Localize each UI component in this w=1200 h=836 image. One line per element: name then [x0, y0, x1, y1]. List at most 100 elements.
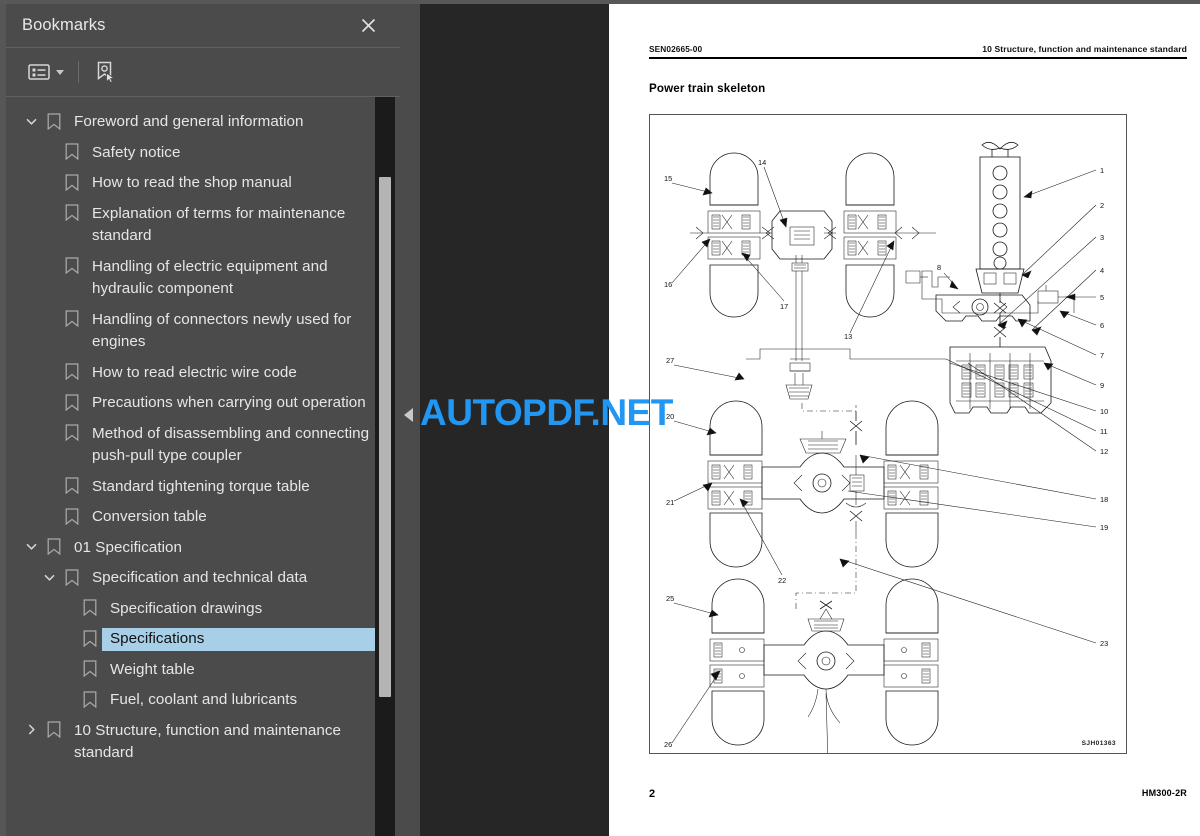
chevron-down-icon[interactable]	[20, 111, 42, 131]
bookmark-item[interactable]: 10 Structure, function and maintenance s…	[6, 716, 381, 769]
bookmarks-panel: Bookmarks Foreword and general informati…	[0, 4, 400, 836]
svg-text:14: 14	[758, 158, 766, 167]
svg-text:3: 3	[1100, 233, 1104, 242]
pdf-page: SEN02665-00 10 Structure, function and m…	[609, 4, 1200, 836]
bookmark-item-label: Conversion table	[92, 508, 207, 525]
bookmark-icon	[60, 362, 84, 382]
chevron-down-icon[interactable]	[20, 537, 42, 557]
bookmark-item-label: Safety notice	[92, 143, 181, 161]
bookmark-item-label: Explanation of terms for maintenance sta…	[92, 204, 346, 245]
svg-text:5: 5	[1100, 293, 1104, 302]
svg-text:1: 1	[1100, 166, 1104, 175]
svg-text:12: 12	[1100, 447, 1108, 456]
close-icon[interactable]	[354, 12, 382, 40]
svg-text:20: 20	[666, 412, 674, 421]
bookmark-icon	[78, 598, 102, 618]
svg-text:2: 2	[1100, 201, 1104, 210]
bookmark-icon	[60, 172, 84, 192]
list-options-icon[interactable]	[28, 57, 50, 87]
document-number: SEN02665-00	[649, 44, 703, 54]
svg-text:11: 11	[1100, 427, 1108, 436]
figure-frame: 1 2 3 4 5 6 7 8 9 10 11 12 13 14 15 16 1…	[649, 114, 1127, 754]
bookmark-item-label: Handling of connectors newly used for en…	[92, 310, 352, 351]
bookmark-item-label: Specifications	[101, 627, 382, 652]
svg-text:17: 17	[780, 302, 788, 311]
svg-text:9: 9	[1100, 381, 1104, 390]
svg-text:15: 15	[664, 174, 672, 183]
bookmarks-tree: Foreword and general information Safety n…	[6, 97, 382, 769]
bookmark-icon	[78, 659, 102, 679]
sidebar-splitter[interactable]	[400, 4, 420, 836]
collapse-left-triangle-icon[interactable]	[404, 408, 413, 422]
bookmark-icon	[60, 203, 84, 223]
svg-text:22: 22	[778, 576, 786, 585]
bookmark-item[interactable]: Specifications	[6, 624, 382, 655]
bookmarks-scrollbar-thumb[interactable]	[379, 177, 391, 697]
bookmark-icon	[78, 628, 102, 648]
svg-text:6: 6	[1100, 321, 1104, 330]
chevron-down-icon[interactable]	[38, 567, 60, 587]
chevron-down-icon[interactable]	[56, 69, 64, 75]
bookmarks-tree-container: Foreword and general information Safety n…	[6, 97, 400, 836]
bookmark-pointer-icon[interactable]	[93, 57, 117, 87]
page-number: 2	[649, 788, 656, 800]
bookmark-icon	[60, 476, 84, 496]
bookmark-item[interactable]: Foreword and general information	[6, 107, 381, 138]
bookmark-icon	[60, 423, 84, 443]
toolbar-divider	[78, 61, 79, 83]
svg-text:26: 26	[664, 740, 672, 749]
bookmark-item-label: 01 Specification	[74, 538, 183, 556]
bookmark-item-label: Specification drawings	[110, 599, 263, 617]
bookmark-item[interactable]: Method of disassembling and connecting p…	[6, 419, 381, 472]
panel-title: Bookmarks	[22, 16, 106, 34]
bookmark-icon	[60, 506, 84, 526]
bookmark-item-label: Specification and technical data	[92, 569, 308, 586]
bookmark-item[interactable]: Conversion table	[6, 502, 381, 533]
bookmark-item[interactable]: Explanation of terms for maintenance sta…	[6, 199, 381, 252]
bookmarks-toolbar	[6, 48, 400, 97]
svg-text:19: 19	[1100, 523, 1108, 532]
page-header: SEN02665-00 10 Structure, function and m…	[649, 44, 1187, 59]
figure-id: SJH01363	[1081, 740, 1116, 747]
bookmark-icon	[60, 256, 84, 276]
svg-text:7: 7	[1100, 351, 1104, 360]
bookmark-item[interactable]: Specification drawings	[6, 594, 381, 625]
svg-text:10: 10	[1100, 407, 1108, 416]
bookmark-item-label: How to read electric wire code	[92, 363, 297, 381]
bookmark-item[interactable]: Standard tightening torque table	[6, 472, 381, 503]
model-number: HM300-2R	[1141, 788, 1187, 798]
svg-text:18: 18	[1100, 495, 1108, 504]
bookmark-item-label: How to read the shop manual	[92, 174, 292, 191]
section-title: 10 Structure, function and maintenance s…	[982, 44, 1187, 54]
svg-text:23: 23	[1100, 639, 1108, 648]
svg-text:4: 4	[1100, 266, 1104, 275]
svg-text:21: 21	[666, 498, 674, 507]
bookmark-item[interactable]: Precautions when carrying out operation	[6, 388, 381, 419]
svg-text:13: 13	[844, 332, 852, 341]
bookmark-item-label: Weight table	[110, 660, 195, 678]
bookmark-icon	[78, 689, 102, 709]
bookmark-item[interactable]: Specification and technical data	[6, 563, 381, 594]
bookmark-item-label: Foreword and general information	[74, 113, 304, 130]
chevron-right-icon[interactable]	[20, 720, 42, 740]
svg-text:16: 16	[664, 280, 672, 289]
bookmark-item[interactable]: Fuel, coolant and lubricants	[6, 685, 381, 716]
bookmark-item[interactable]: How to read electric wire code	[6, 358, 381, 389]
bookmark-icon	[42, 720, 66, 740]
bookmark-item[interactable]: Weight table	[6, 655, 381, 686]
bookmark-item[interactable]: Handling of connectors newly used for en…	[6, 305, 381, 358]
bookmark-item-label: Handling of electric equipment and hydra…	[92, 257, 328, 298]
bookmark-item[interactable]: Safety notice	[6, 138, 381, 169]
bookmark-item-label: Fuel, coolant and lubricants	[110, 691, 298, 708]
page-title: Power train skeleton	[649, 82, 766, 95]
svg-text:8: 8	[937, 263, 941, 272]
bookmark-item[interactable]: How to read the shop manual	[6, 168, 381, 199]
bookmark-item-label: Precautions when carrying out operation	[92, 394, 366, 411]
bookmark-item[interactable]: Handling of electric equipment and hydra…	[6, 252, 381, 305]
svg-text:25: 25	[666, 594, 674, 603]
pdf-page-viewer[interactable]: SEN02665-00 10 Structure, function and m…	[420, 4, 1200, 836]
bookmarks-scrollbar-track[interactable]	[375, 97, 395, 836]
bookmark-icon	[60, 142, 84, 162]
bookmark-item-label: Standard tightening torque table	[92, 477, 310, 495]
bookmark-item[interactable]: 01 Specification	[6, 533, 381, 564]
